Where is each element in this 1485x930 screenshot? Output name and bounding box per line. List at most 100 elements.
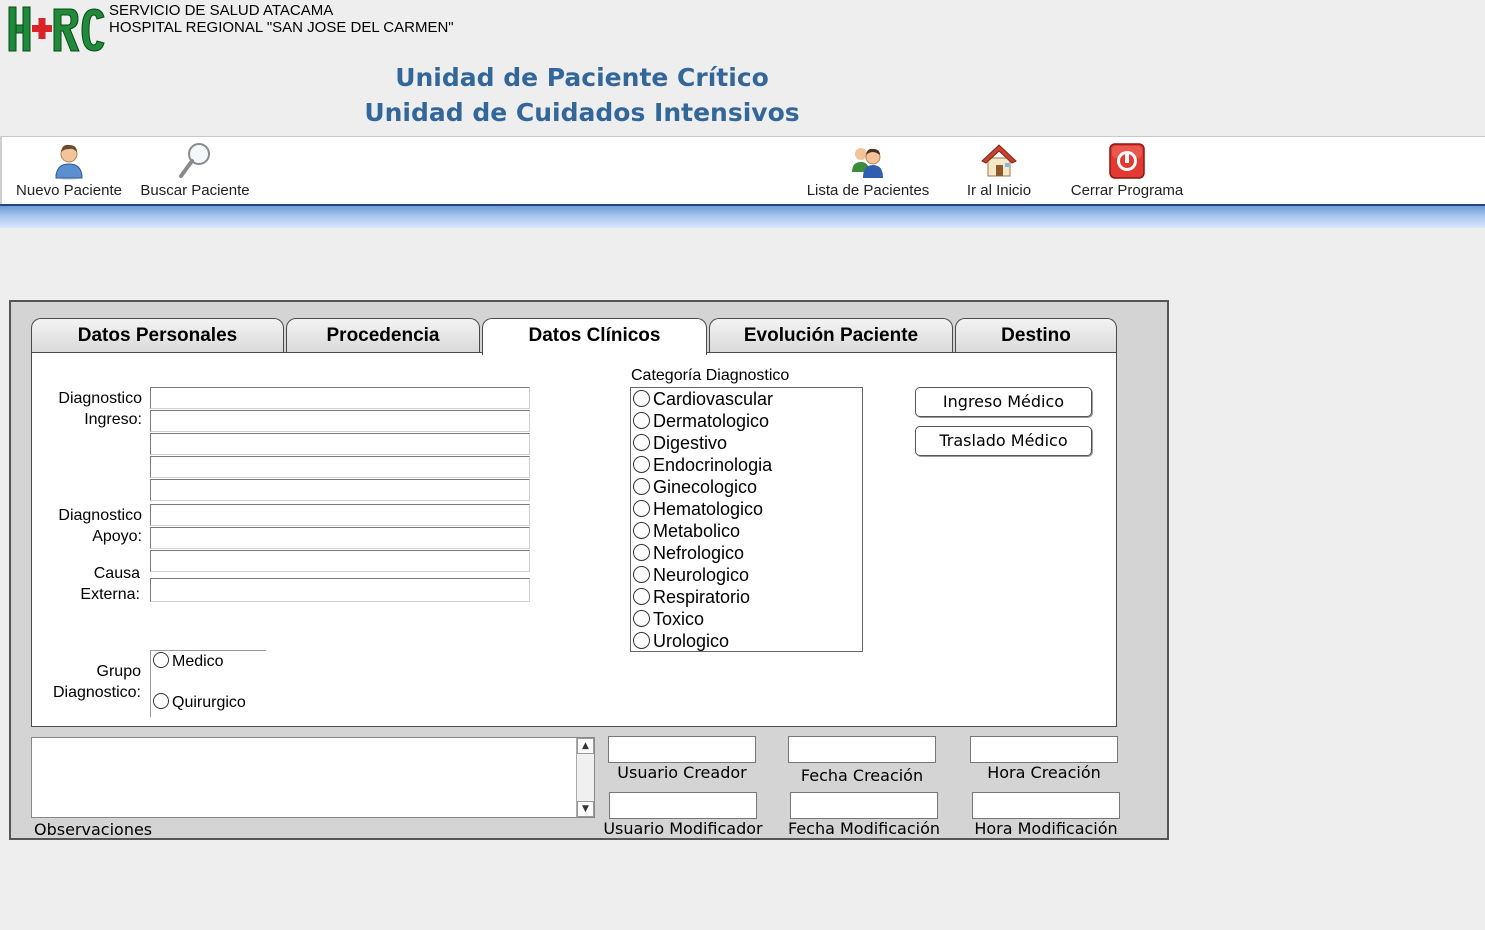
diag-apoyo-field-3[interactable] (150, 550, 530, 572)
radio-icon[interactable] (633, 632, 650, 650)
users-group-icon (852, 148, 883, 178)
observaciones-scrollbar[interactable]: ▲ ▼ (576, 738, 594, 817)
hora-modificacion-field[interactable] (972, 792, 1120, 819)
cat-label: Ginecologico (653, 477, 758, 497)
cat-label: Endocrinologia (653, 455, 773, 475)
tab-evolucion-paciente[interactable]: Evolución Paciente (709, 318, 953, 354)
radio-icon[interactable] (633, 610, 650, 628)
cat-hematologico[interactable]: Hematologico (631, 498, 862, 520)
fecha-creacion-field[interactable] (788, 736, 936, 763)
hora-creacion-label: Hora Creación (987, 763, 1101, 782)
grupo-option-medico[interactable]: Medico (153, 652, 224, 671)
radio-icon[interactable] (633, 544, 650, 562)
search-patient-button[interactable]: Buscar Paciente (133, 137, 257, 205)
toolbar: Nuevo Paciente Buscar Paciente Lista de … (0, 136, 1485, 205)
cat-metabolico[interactable]: Metabolico (631, 520, 862, 542)
patient-list-button[interactable]: Lista de Pacientes (798, 137, 938, 205)
new-patient-label: Nuevo Paciente (16, 182, 122, 199)
radio-icon[interactable] (633, 412, 650, 430)
radio-icon[interactable] (633, 390, 650, 408)
grupo-diagnostico-label: Grupo Diagnostico: (52, 663, 141, 701)
traslado-medico-button[interactable]: Traslado Médico (915, 426, 1092, 456)
cat-label: Neurologico (653, 565, 750, 585)
diag-apoyo-label: Diagnostico Apoyo: (58, 507, 142, 545)
cat-label: Hematologico (653, 499, 764, 519)
tab-content-datos-clinicos: Diagnostico Ingreso: Diagnostico Apoyo: … (31, 352, 1117, 727)
header-band (0, 204, 1485, 228)
hospital-name: HOSPITAL REGIONAL "SAN JOSE DEL CARMEN" (109, 19, 454, 36)
diag-apoyo-field-1[interactable] (150, 504, 530, 526)
usuario-modificador-label: Usuario Modificador (603, 819, 763, 838)
cat-label: Urologico (653, 631, 730, 651)
causa-externa-label: Causa Externa: (80, 565, 140, 603)
scroll-down-icon[interactable]: ▼ (577, 801, 594, 817)
diag-ingreso-label: Diagnostico Ingreso: (58, 390, 142, 428)
diag-ingreso-field-2[interactable] (150, 410, 530, 432)
cat-endocrinologia[interactable]: Endocrinologia (631, 454, 862, 476)
cat-nefrologico[interactable]: Nefrologico (631, 542, 862, 564)
scroll-up-icon[interactable]: ▲ (577, 738, 594, 754)
hospital-logo (8, 6, 105, 52)
categoria-diagnostico-list: Cardiovascular Dermatologico Digestivo E… (630, 387, 863, 652)
home-icon (981, 144, 1017, 177)
usuario-creador-label: Usuario Creador (617, 763, 747, 782)
patient-list-label: Lista de Pacientes (806, 182, 930, 199)
tab-procedencia[interactable]: Procedencia (286, 318, 480, 354)
tab-destino[interactable]: Destino (955, 318, 1117, 354)
observaciones-label: Observaciones (34, 820, 153, 839)
diag-apoyo-field-2[interactable] (150, 527, 530, 549)
cat-label: Digestivo (653, 433, 728, 453)
radio-icon[interactable] (633, 500, 650, 518)
page-title: Unidad de Paciente Crítico (395, 63, 769, 92)
close-program-label: Cerrar Programa (1070, 182, 1184, 199)
radio-quirurgico[interactable] (153, 693, 169, 710)
cat-neurologico[interactable]: Neurologico (631, 564, 862, 586)
cat-digestivo[interactable]: Digestivo (631, 432, 862, 454)
radio-icon[interactable] (633, 522, 650, 540)
diag-ingreso-field-5[interactable] (150, 479, 530, 501)
patient-form-panel: Datos Personales Procedencia Datos Clíni… (9, 300, 1169, 840)
tab-datos-personales[interactable]: Datos Personales (31, 318, 284, 354)
fecha-creacion-label: Fecha Creación (800, 766, 924, 785)
categoria-diagnostico-label: Categoría Diagnostico (631, 367, 790, 384)
magnifier-icon (179, 143, 210, 178)
new-patient-button[interactable]: Nuevo Paciente (9, 137, 129, 205)
fecha-modificacion-label: Fecha Modificación (787, 819, 941, 838)
fecha-modificacion-field[interactable] (790, 792, 938, 819)
close-program-button[interactable]: Cerrar Programa (1062, 137, 1192, 205)
radio-medico[interactable] (153, 652, 169, 669)
cat-toxico[interactable]: Toxico (631, 608, 862, 630)
tab-datos-clinicos[interactable]: Datos Clínicos (482, 318, 707, 355)
radio-icon[interactable] (633, 478, 650, 496)
cat-label: Nefrologico (653, 543, 745, 563)
usuario-modificador-field[interactable] (609, 792, 757, 819)
grupo-option-medico-label: Medico (172, 653, 224, 670)
radio-icon[interactable] (633, 434, 650, 452)
radio-icon[interactable] (633, 456, 650, 474)
ingreso-medico-button[interactable]: Ingreso Médico (915, 387, 1092, 417)
search-patient-label: Buscar Paciente (140, 182, 250, 199)
home-button[interactable]: Ir al Inicio (959, 137, 1039, 205)
diag-ingreso-field-1[interactable] (150, 387, 530, 409)
diag-ingreso-field-3[interactable] (150, 433, 530, 455)
usuario-creador-field[interactable] (608, 736, 756, 763)
cat-label: Dermatologico (653, 411, 770, 431)
cat-label: Metabolico (653, 521, 741, 541)
observaciones-textarea[interactable]: ▲ ▼ (31, 737, 595, 818)
cat-cardiovascular[interactable]: Cardiovascular (631, 388, 862, 410)
cat-label: Respiratorio (653, 587, 751, 607)
cat-respiratorio[interactable]: Respiratorio (631, 586, 862, 608)
cat-ginecologico[interactable]: Ginecologico (631, 476, 862, 498)
hora-modificacion-label: Hora Modificación (974, 819, 1118, 838)
radio-icon[interactable] (633, 566, 650, 584)
radio-icon[interactable] (633, 588, 650, 606)
diag-ingreso-field-4[interactable] (150, 456, 530, 478)
grupo-option-quirurgico[interactable]: Quirurgico (153, 693, 246, 712)
cat-label: Cardiovascular (653, 389, 774, 409)
hora-creacion-field[interactable] (970, 736, 1118, 763)
cat-dermatologico[interactable]: Dermatologico (631, 410, 862, 432)
causa-externa-field[interactable] (150, 578, 530, 602)
org-name: SERVICIO DE SALUD ATACAMA (109, 2, 334, 19)
grupo-diagnostico-group: Medico Quirurgico (150, 650, 266, 717)
cat-urologico[interactable]: Urologico (631, 630, 862, 651)
